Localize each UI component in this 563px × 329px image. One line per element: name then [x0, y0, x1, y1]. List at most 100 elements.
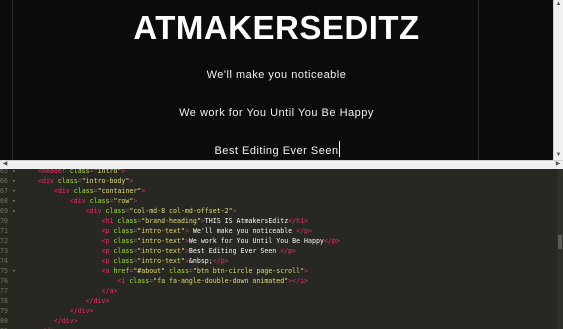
code-token-tag: </div> — [85, 297, 110, 305]
code-line[interactable]: 73 <p class="intro-text">Best Editing Ev… — [0, 246, 563, 256]
preview-vertical-scrollbar[interactable]: ▲ ▼ — [553, 0, 563, 160]
code-token-str: "intro" — [93, 169, 122, 175]
code-text[interactable]: </a> — [38, 286, 118, 296]
code-token-tag: </div> — [53, 317, 78, 325]
code-token-str: "intro-text" — [137, 227, 185, 235]
code-text[interactable]: <div class="col-md-8 col-md-offset-2"> — [38, 206, 237, 216]
code-token-tag: <i — [117, 277, 130, 285]
code-token-attr: class — [57, 177, 78, 185]
code-text[interactable]: <div class="container"> — [38, 186, 145, 196]
code-token-attr: class — [113, 227, 134, 235]
scroll-left-arrow-icon[interactable]: ◀ — [0, 160, 10, 168]
line-number: 77 — [0, 287, 8, 295]
intro-text-3: Best Editing Ever Seen — [214, 145, 339, 157]
code-line[interactable]: 76 <i class="fa fa-angle-double-down ani… — [0, 276, 563, 286]
code-line[interactable]: 75 ▾ <a href="#about" class="btn btn-cir… — [0, 266, 563, 276]
code-token-str: "col-md-8 col-md-offset-2" — [129, 207, 233, 215]
code-token-str: "brand-heading" — [141, 217, 201, 225]
code-token-txt: &nbsp; — [188, 257, 213, 265]
code-editor[interactable]: 65 ▾ <header class="intro"> 66 ▾ <div class… — [0, 169, 563, 329]
live-preview-pane[interactable]: ATMAKERSEDITZ We'll make you noticeable … — [0, 0, 563, 160]
code-line[interactable]: 74 <p class="intro-text">&nbsp;</p> — [0, 256, 563, 266]
line-number: 65 ▾ — [0, 169, 16, 175]
code-text[interactable]: <p class="intro-text">We work for You Un… — [38, 236, 340, 246]
code-line[interactable]: 71 <p class="intro-text"> We'll make you… — [0, 226, 563, 236]
code-text[interactable]: <div class="intro-body"> — [38, 176, 133, 186]
line-number: 66 ▾ — [0, 177, 16, 185]
code-text[interactable]: </div> — [38, 306, 94, 316]
code-token-txt: Best Editing Ever Seen — [188, 247, 281, 255]
code-token-txt: We'll make you noticeable — [188, 227, 297, 235]
line-number: 67 ▾ — [0, 187, 16, 195]
code-token-tag: </a> — [101, 287, 118, 295]
code-token-attr: href — [113, 267, 130, 275]
code-token-str: "intro-text" — [137, 247, 185, 255]
code-line[interactable]: 70 <h1 class="brand-heading">THIS IS Atm… — [0, 216, 563, 226]
code-text[interactable]: <p class="intro-text">Best Editing Ever … — [38, 246, 297, 256]
code-token-tag: > — [129, 177, 134, 185]
code-line[interactable]: 79 </div> — [0, 306, 563, 316]
code-text[interactable]: <header class="intro"> — [38, 169, 125, 176]
code-line[interactable]: 72 <p class="intro-text">We work for You… — [0, 236, 563, 246]
code-line[interactable]: 65 ▾ <header class="intro"> — [0, 169, 563, 176]
code-token-attr: class — [105, 207, 126, 215]
code-token-txt: We work for You Until You Be Happy — [188, 237, 324, 245]
code-text[interactable]: <h1 class="brand-heading">THIS IS Atmake… — [38, 216, 309, 226]
code-text[interactable]: <div class="row"> — [38, 196, 138, 206]
code-token-tag: </p> — [212, 257, 229, 265]
code-token-tag: </p> — [280, 247, 297, 255]
code-line[interactable]: 80 </div> — [0, 316, 563, 326]
code-line[interactable]: 77 </a> — [0, 286, 563, 296]
line-number: 75 ▾ — [0, 267, 16, 275]
code-token-tag: </div> — [69, 307, 94, 315]
line-number: 68 ▾ — [0, 197, 16, 205]
code-text[interactable]: </div> — [38, 316, 78, 326]
code-line[interactable]: 68 ▾ <div class="row"> — [0, 196, 563, 206]
code-token-attr: class — [69, 169, 90, 175]
scroll-down-arrow-icon[interactable]: ▼ — [554, 151, 563, 160]
code-token-attr: class — [117, 217, 138, 225]
code-token-attr: class — [113, 247, 134, 255]
code-token-attr: class — [113, 237, 134, 245]
line-number: 80 — [0, 317, 8, 325]
code-line[interactable]: 69 ▾ <div class="col-md-8 col-md-offset-… — [0, 206, 563, 216]
scroll-right-arrow-icon[interactable]: ▶ — [553, 160, 563, 168]
line-number: 70 — [0, 217, 8, 225]
code-token-tag: <div — [38, 177, 58, 185]
code-text[interactable]: <p class="intro-text"> We'll make you no… — [38, 226, 312, 236]
code-token-tag: </p> — [323, 237, 340, 245]
code-line[interactable]: 66 ▾ <div class="intro-body"> — [0, 176, 563, 186]
code-line[interactable]: 67 ▾ <div class="container"> — [0, 186, 563, 196]
code-text[interactable]: <a href="#about" class="btn btn-circle p… — [38, 266, 309, 276]
scroll-up-arrow-icon[interactable]: ▲ — [554, 0, 563, 9]
code-token-attr: class — [73, 187, 94, 195]
code-token-attr: class — [113, 257, 134, 265]
code-token-tag: <p — [101, 227, 114, 235]
scrollbar-thumb[interactable] — [558, 235, 562, 249]
code-line[interactable]: 78 </div> — [0, 296, 563, 306]
code-token-str: "fa fa-angle-double-down animated" — [153, 277, 289, 285]
line-number: 78 — [0, 297, 8, 305]
code-text[interactable]: </div> — [38, 296, 110, 306]
text-cursor — [339, 141, 340, 157]
code-text[interactable]: <p class="intro-text">&nbsp;</p> — [38, 256, 229, 266]
code-token-tag: </i> — [292, 277, 309, 285]
code-token-str: "row" — [113, 197, 134, 205]
line-number: 79 — [0, 307, 8, 315]
code-text[interactable]: <i class="fa fa-angle-double-down animat… — [38, 276, 308, 286]
editor-vertical-scrollbar[interactable] — [557, 169, 563, 329]
brand-heading: ATMAKERSEDITZ — [133, 9, 420, 46]
code-token-str: "#about" — [133, 267, 170, 275]
code-token-str: "intro-body" — [81, 177, 130, 185]
code-token-tag: > — [304, 267, 309, 275]
line-number: 74 — [0, 257, 8, 265]
